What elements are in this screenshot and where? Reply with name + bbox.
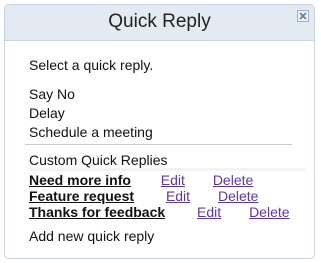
delete-link[interactable]: Delete [249,204,289,220]
reply-schedule-meeting[interactable]: Schedule a meeting [29,123,153,142]
panel-header: Quick Reply [5,5,314,41]
instruction-text: Select a quick reply. [29,57,154,73]
edit-link[interactable]: Edit [161,172,185,188]
reply-say-no[interactable]: Say No [29,85,153,104]
custom-reply-need-more-info[interactable]: Need more info [29,172,131,188]
custom-reply-feature-request[interactable]: Feature request [29,188,134,204]
custom-reply-row: Need more info Edit Delete [29,172,290,188]
delete-link[interactable]: Delete [218,188,258,204]
default-replies-list: Say No Delay Schedule a meeting [29,85,153,142]
custom-reply-row: Thanks for feedback Edit Delete [29,204,290,220]
panel-title: Quick Reply [108,11,211,32]
close-icon [299,12,307,20]
custom-reply-thanks-for-feedback[interactable]: Thanks for feedback [29,204,165,220]
add-new-reply-link[interactable]: Add new quick reply [29,228,154,244]
custom-replies-heading: Custom Quick Replies [29,152,168,168]
panel-body: Select a quick reply. Say No Delay Sched… [5,41,314,258]
custom-replies-separator [29,168,305,171]
custom-replies-list: Need more info Edit Delete Feature reque… [29,172,290,220]
reply-delay[interactable]: Delay [29,104,153,123]
custom-reply-row: Feature request Edit Delete [29,188,290,204]
close-button[interactable] [297,10,309,22]
divider [25,144,292,145]
edit-link[interactable]: Edit [197,204,221,220]
quick-reply-panel: Quick Reply Select a quick reply. Say No… [4,4,315,259]
edit-link[interactable]: Edit [166,188,190,204]
delete-link[interactable]: Delete [213,172,253,188]
